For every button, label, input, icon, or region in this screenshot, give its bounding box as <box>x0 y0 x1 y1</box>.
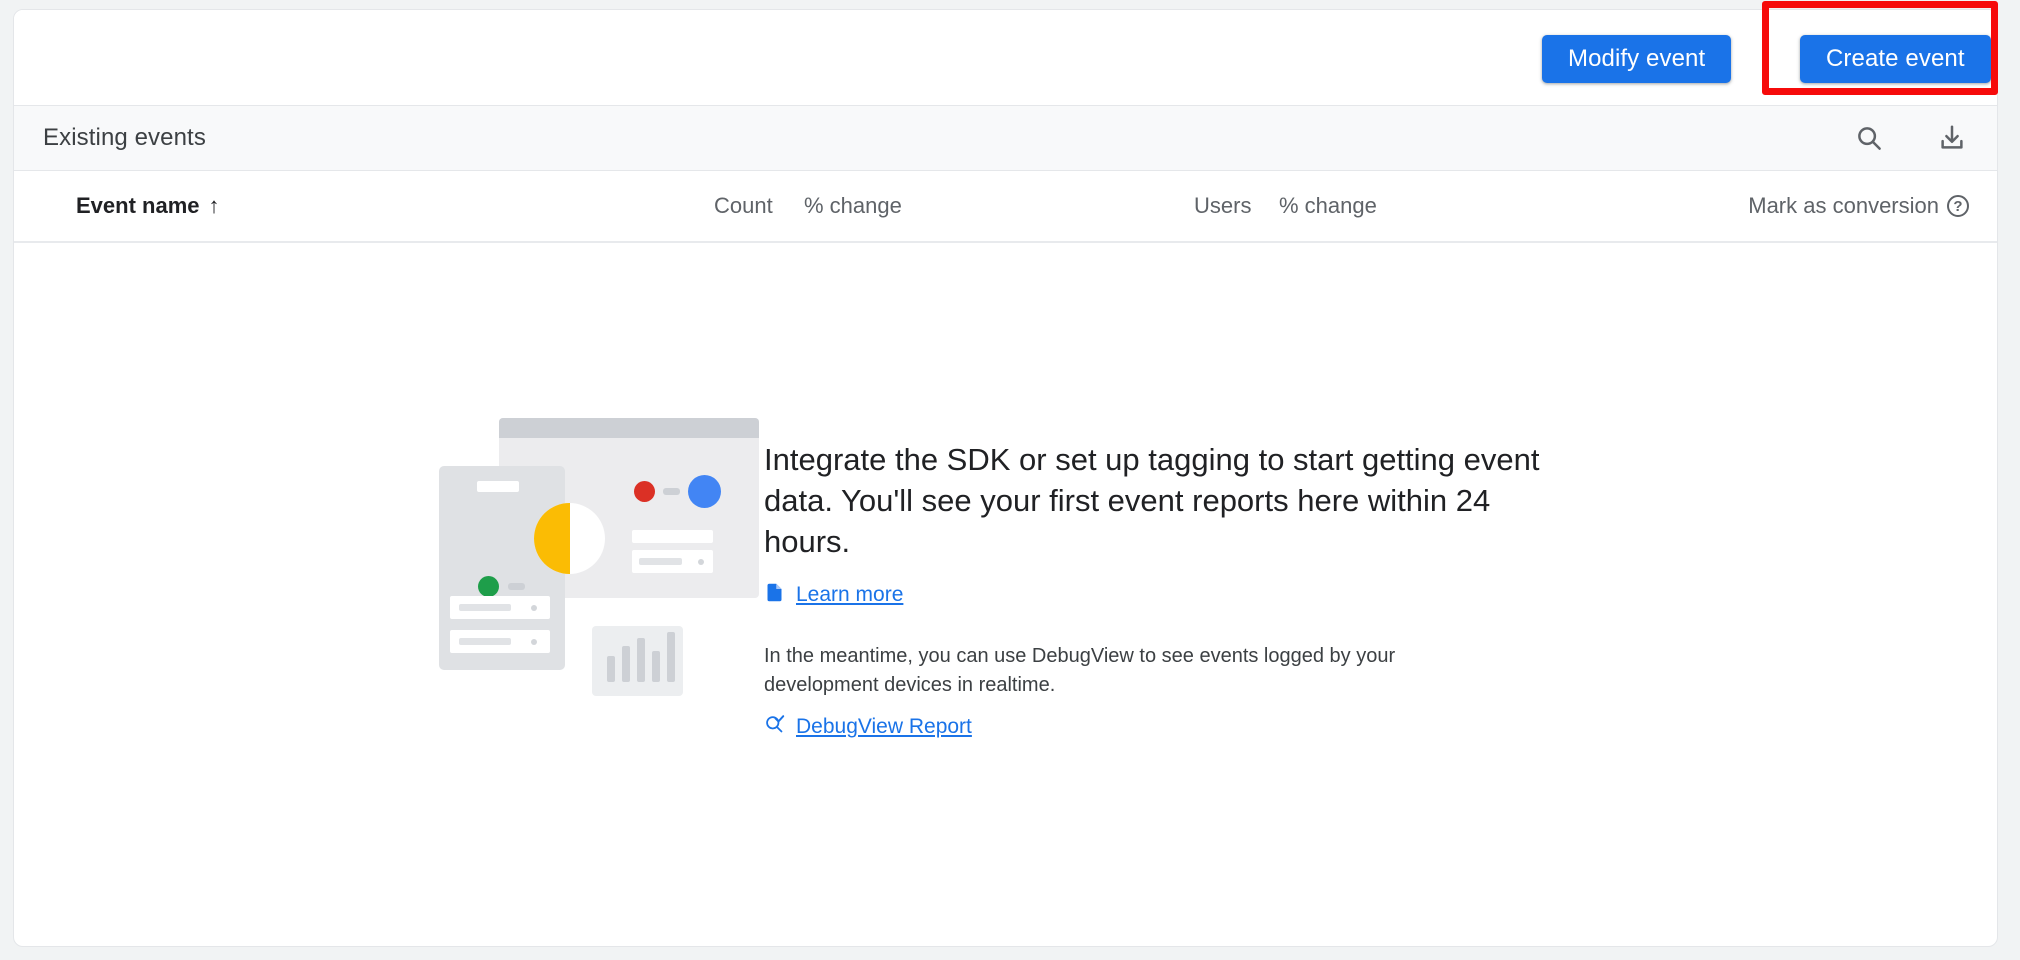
empty-state-body: In the meantime, you can use DebugView t… <box>764 645 1396 696</box>
app-screen: Modify event Create event Existing event… <box>0 0 2020 960</box>
illustration-dot-small <box>531 605 537 611</box>
column-header-mark-as-conversion-label: Mark as conversion <box>1748 193 1939 218</box>
illustration-dot-red <box>634 481 655 502</box>
illustration-line <box>639 558 682 565</box>
column-header-count[interactable]: Count <box>714 193 773 219</box>
column-header-count-change[interactable]: % change <box>804 193 902 219</box>
illustration-phone-row-1 <box>450 596 550 619</box>
illustration-window-titlebar <box>499 418 759 438</box>
sort-ascending-icon: ↑ <box>208 193 220 218</box>
illustration-bar <box>667 632 675 682</box>
debug-search-icon <box>764 714 785 740</box>
column-header-event-name-label: Event name <box>76 193 200 218</box>
empty-events-illustration <box>439 418 759 708</box>
illustration-dot-blue <box>688 475 721 508</box>
modify-event-button[interactable]: Modify event <box>1542 35 1732 83</box>
column-header-mark-as-conversion: Mark as conversion ? <box>1748 193 1969 219</box>
existing-events-band: Existing events <box>14 106 1997 171</box>
illustration-bar <box>652 651 660 682</box>
illustration-bar <box>607 656 615 682</box>
illustration-dot-small <box>698 559 704 565</box>
illustration-dash-red <box>663 488 680 495</box>
illustration-dot-small <box>531 639 537 645</box>
existing-events-title: Existing events <box>43 124 206 151</box>
empty-state-headline: Integrate the SDK or set up tagging to s… <box>764 442 1540 559</box>
column-header-users-change[interactable]: % change <box>1279 193 1377 219</box>
empty-state: Integrate the SDK or set up tagging to s… <box>14 243 1997 740</box>
illustration-bar-chart <box>592 626 683 696</box>
empty-state-copy: Integrate the SDK or set up tagging to s… <box>764 418 1564 740</box>
column-header-users[interactable]: Users <box>1194 193 1251 219</box>
illustration-window-row-1 <box>632 530 713 543</box>
illustration-line <box>459 638 511 645</box>
illustration-phone-row-2 <box>450 630 550 653</box>
illustration-dot-green <box>478 576 499 597</box>
band-icon-group <box>1852 121 1969 155</box>
download-icon[interactable] <box>1935 121 1969 155</box>
learn-more-row: Learn more <box>764 582 1564 608</box>
illustration-line <box>459 604 511 611</box>
table-header-row: Event name ↑ Count % change Users % chan… <box>14 171 1997 243</box>
illustration-pie-chart <box>534 503 605 574</box>
article-icon <box>764 582 785 608</box>
search-icon[interactable] <box>1852 121 1886 155</box>
illustration-window-row-2 <box>632 550 713 573</box>
help-icon[interactable]: ? <box>1947 195 1969 217</box>
events-card: Modify event Create event Existing event… <box>13 9 1998 947</box>
illustration-phone-titlebar <box>477 481 519 492</box>
column-header-event-name[interactable]: Event name ↑ <box>76 193 220 219</box>
illustration-dash-green <box>508 583 525 590</box>
debugview-row: DebugView Report <box>764 714 1564 740</box>
learn-more-link[interactable]: Learn more <box>796 583 903 607</box>
action-bar: Modify event Create event <box>14 10 1997 106</box>
create-event-button[interactable]: Create event <box>1800 35 1991 83</box>
debugview-report-link[interactable]: DebugView Report <box>796 715 972 739</box>
illustration-bar <box>622 646 630 682</box>
illustration-bar <box>637 638 645 682</box>
